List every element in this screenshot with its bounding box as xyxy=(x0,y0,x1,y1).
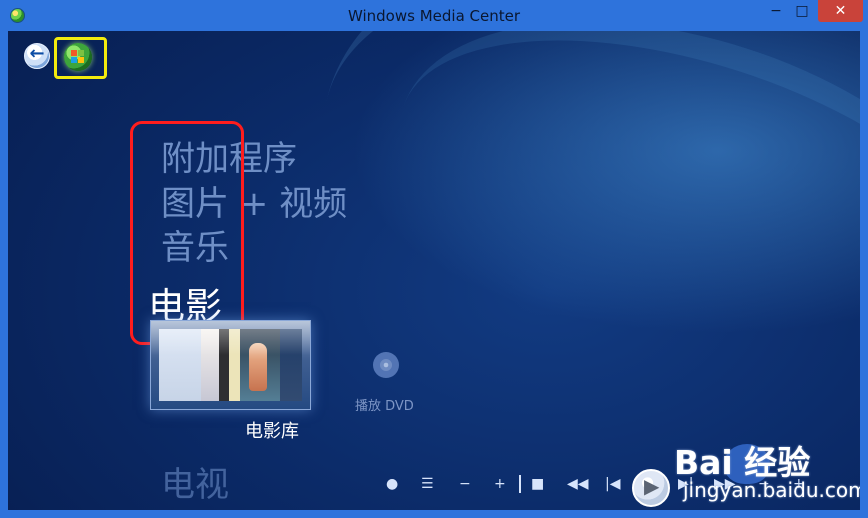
media-center-window: Windows Media Center − □ ✕ ← 附加程序 图片 + 视… xyxy=(0,0,868,518)
volume-up-button[interactable]: + xyxy=(494,477,506,491)
baidu-watermark: Bai 经验 xyxy=(674,443,811,482)
start-button[interactable] xyxy=(64,43,92,71)
back-arrow-icon: ← xyxy=(29,43,45,64)
previous-button[interactable]: |◀ xyxy=(605,477,620,491)
maximize-button[interactable]: □ xyxy=(795,0,809,22)
back-button[interactable]: ← xyxy=(24,43,50,69)
stop-button[interactable]: ■ xyxy=(531,477,544,491)
windows-logo-red-quadrant xyxy=(71,50,77,56)
title-bar: Windows Media Center − □ ✕ xyxy=(0,0,868,31)
controls-separator xyxy=(519,475,521,493)
minimize-button[interactable]: − xyxy=(768,0,784,22)
close-button[interactable]: ✕ xyxy=(818,0,863,22)
windows-logo-icon xyxy=(71,50,85,64)
menu-highlight-annotation xyxy=(130,121,244,345)
menu-item-tv[interactable]: 电视 xyxy=(161,457,229,506)
record-button[interactable]: ● xyxy=(386,477,398,491)
play-icon: ▶ xyxy=(644,474,660,498)
play-dvd-label[interactable]: 播放 DVD xyxy=(355,395,414,414)
rewind-button[interactable]: ◀◀ xyxy=(567,477,589,491)
movie-library-tile[interactable] xyxy=(150,320,311,410)
play-button[interactable]: ▶ xyxy=(632,469,670,507)
guide-button[interactable]: ☰ xyxy=(421,477,434,491)
windows-logo-green-quadrant xyxy=(78,50,84,56)
windows-logo-yellow-quadrant xyxy=(78,57,84,63)
movie-library-label[interactable]: 电影库 xyxy=(245,417,299,443)
tile-gloss xyxy=(151,321,310,355)
windows-logo-blue-quadrant xyxy=(71,57,77,63)
dvd-disc-icon[interactable] xyxy=(373,352,399,378)
media-center-content: ← 附加程序 图片 + 视频 音乐 电影 电视 电影库 播放 DVD ● ☰ −… xyxy=(8,31,860,510)
volume-down-button[interactable]: − xyxy=(459,477,471,491)
baidu-watermark-url: jingyan.baidu.com xyxy=(683,478,860,502)
window-title: Windows Media Center xyxy=(347,7,521,25)
